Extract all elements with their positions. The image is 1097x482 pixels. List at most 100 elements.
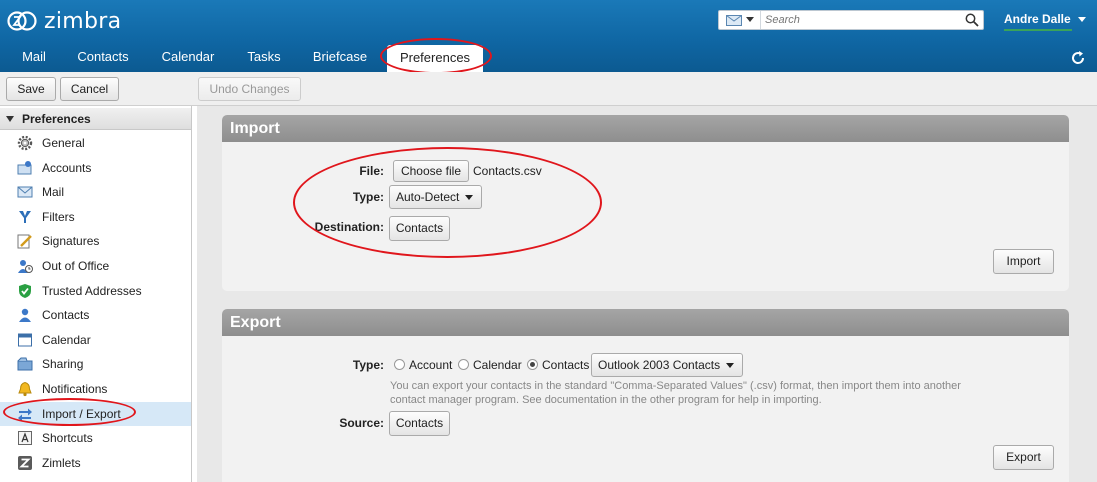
tab-contacts[interactable]: Contacts [70, 42, 136, 72]
file-label: File: [359, 164, 384, 178]
search-input[interactable] [765, 13, 955, 27]
top-bar: zimbra Andre Dalle [0, 0, 1097, 42]
sidebar-item-zimlets[interactable]: Zimlets [0, 451, 191, 475]
tab-mail[interactable]: Mail [8, 42, 60, 72]
filter-icon [19, 211, 31, 223]
chevron-down-icon [726, 363, 735, 369]
export-format-value: Outlook 2003 Contacts [598, 358, 721, 372]
gear-icon [17, 135, 33, 151]
sidebar-item-label: Trusted Addresses [42, 284, 142, 298]
type-label: Type: [352, 190, 384, 204]
sidebar-item-contacts[interactable]: Contacts [0, 303, 191, 327]
collapse-arrow-icon[interactable] [6, 115, 14, 123]
mail-envelope-icon [725, 14, 742, 26]
search-type-dropdown[interactable] [719, 11, 761, 29]
sidebar-item-label: Sharing [42, 357, 84, 371]
sidebar-item-label: Out of Office [42, 259, 110, 273]
destination-label: Destination: [314, 220, 384, 234]
sidebar-item-general[interactable]: General [0, 131, 191, 155]
sidebar-item-label: Calendar [42, 333, 91, 347]
tab-tasks[interactable]: Tasks [238, 42, 290, 72]
selected-file-name: Contacts.csv [473, 164, 542, 178]
sidebar-item-label: Accounts [42, 161, 92, 175]
export-type-label: Type: [352, 358, 384, 372]
shield-check-icon [19, 284, 31, 298]
sidebar-item-trusted-addresses[interactable]: Trusted Addresses [0, 279, 191, 303]
sidebar-item-out-of-office[interactable]: Out of Office [0, 254, 191, 278]
logo-text: zimbra [44, 8, 122, 34]
radio-calendar[interactable] [458, 359, 469, 370]
zimbra-logo[interactable]: zimbra [7, 7, 121, 35]
source-label: Source: [339, 416, 384, 430]
toolbar: Save Cancel Undo Changes [0, 72, 1097, 106]
radio-account-label[interactable]: Account [409, 358, 452, 372]
accounts-icon [17, 161, 32, 175]
bell-icon [18, 381, 32, 397]
search-box [718, 10, 984, 30]
sidebar-header-label: Preferences [22, 112, 91, 126]
export-hint-line-2: contact manager program. See documentati… [390, 394, 822, 406]
export-panel: Export Type: Account Calendar Contacts O… [222, 309, 1069, 482]
sidebar-item-notifications[interactable]: Notifications [0, 377, 191, 401]
cancel-button[interactable]: Cancel [60, 77, 119, 101]
sidebar-item-label: Filters [42, 210, 75, 224]
radio-contacts-label[interactable]: Contacts [542, 358, 589, 372]
source-folder-button[interactable]: Contacts [389, 411, 450, 436]
sidebar-header[interactable]: Preferences [0, 108, 191, 130]
import-panel-title: Import [222, 115, 1069, 142]
radio-contacts[interactable] [527, 359, 538, 370]
radio-account[interactable] [394, 359, 405, 370]
sidebar-item-label: Notifications [42, 382, 108, 396]
sidebar-item-accounts[interactable]: Accounts [0, 156, 191, 180]
preferences-sidebar: Preferences General Accounts Mail Filter… [0, 106, 192, 482]
sidebar-item-label: Shortcuts [42, 431, 93, 445]
sidebar-item-label: General [42, 136, 85, 150]
tab-briefcase[interactable]: Briefcase [304, 42, 376, 72]
calendar-icon [18, 333, 32, 347]
sharing-icon [17, 357, 33, 371]
sidebar-item-label: Zimlets [42, 456, 81, 470]
export-button[interactable]: Export [993, 445, 1054, 470]
radio-calendar-label[interactable]: Calendar [473, 358, 522, 372]
import-export-icon [18, 408, 32, 422]
contact-icon [19, 308, 31, 322]
sidebar-item-sharing[interactable]: Sharing [0, 352, 191, 376]
export-format-select[interactable]: Outlook 2003 Contacts [591, 353, 743, 377]
tab-calendar[interactable]: Calendar [152, 42, 224, 72]
keyboard-icon [18, 431, 32, 445]
import-type-value: Auto-Detect [396, 190, 460, 204]
sidebar-item-import-export[interactable]: Import / Export [0, 402, 191, 426]
save-button[interactable]: Save [6, 77, 56, 101]
tab-preferences[interactable]: Preferences [387, 45, 483, 72]
zimbra-logo-icon [7, 11, 37, 31]
choose-file-button[interactable]: Choose file [393, 160, 469, 182]
main-content: Import File: Choose file Contacts.csv Ty… [197, 106, 1097, 482]
sidebar-item-label: Import / Export [42, 407, 121, 421]
sidebar-item-label: Contacts [42, 308, 90, 322]
import-panel: Import File: Choose file Contacts.csv Ty… [222, 115, 1069, 291]
zimlet-icon [18, 456, 32, 470]
user-status-bar [1004, 29, 1072, 31]
refresh-icon[interactable] [1070, 50, 1086, 66]
mail-icon [17, 186, 33, 198]
out-of-office-icon [18, 260, 33, 273]
chevron-down-icon [465, 195, 474, 201]
chevron-down-icon [745, 17, 754, 22]
signature-icon [17, 234, 32, 249]
sidebar-item-signatures[interactable]: Signatures [0, 229, 191, 253]
user-menu[interactable]: Andre Dalle [1004, 12, 1071, 26]
import-type-select[interactable]: Auto-Detect [389, 185, 482, 209]
undo-changes-button[interactable]: Undo Changes [198, 77, 301, 101]
app-tabs: Mail Contacts Calendar Tasks Briefcase P… [0, 42, 1097, 72]
sidebar-item-shortcuts[interactable]: Shortcuts [0, 426, 191, 450]
destination-folder-button[interactable]: Contacts [389, 216, 450, 241]
search-icon[interactable] [965, 13, 979, 27]
export-panel-title: Export [222, 309, 1069, 336]
export-hint-line-1: You can export your contacts in the stan… [390, 380, 961, 392]
import-button[interactable]: Import [993, 249, 1054, 274]
sidebar-item-filters[interactable]: Filters [0, 205, 191, 229]
sidebar-item-mail[interactable]: Mail [0, 180, 191, 204]
sidebar-item-label: Signatures [42, 234, 100, 248]
sidebar-item-calendar[interactable]: Calendar [0, 328, 191, 352]
user-menu-chevron-icon[interactable] [1077, 14, 1087, 24]
